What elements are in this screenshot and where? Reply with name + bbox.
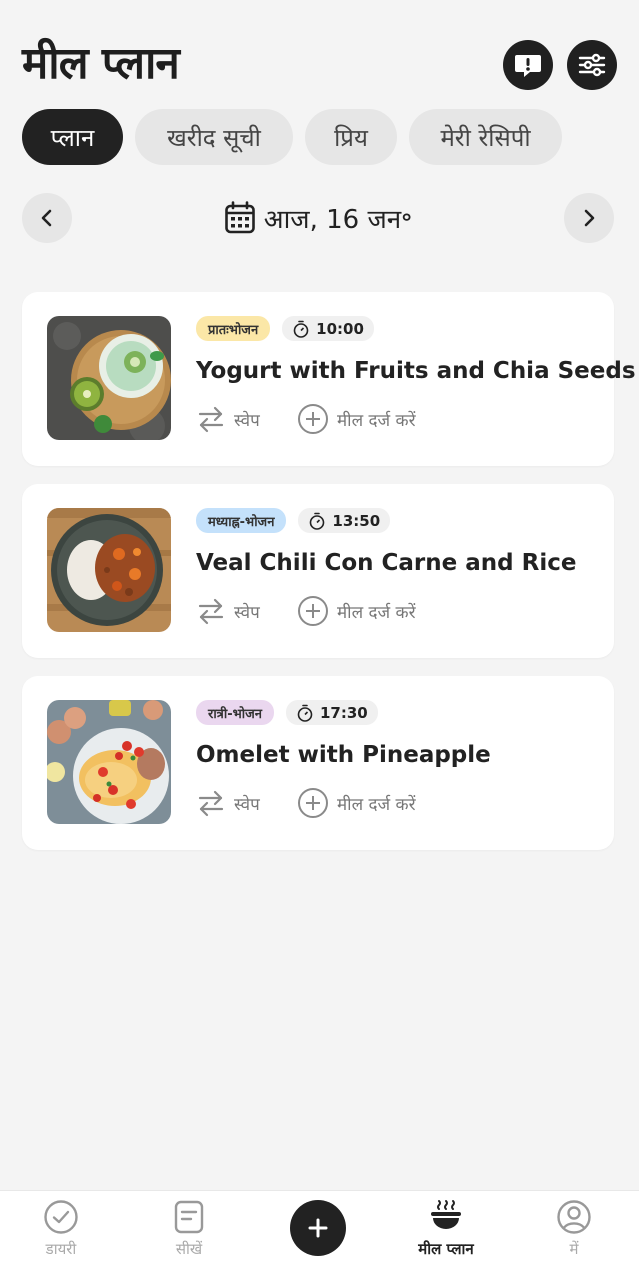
meal-time: 13:50 — [332, 511, 381, 530]
meal-image — [47, 508, 171, 632]
date-navigator: आज, 16 जन॰ — [22, 193, 614, 243]
log-meal-button[interactable]: मील दर्ज करें — [297, 403, 416, 435]
meal-time-badge: 17:30 — [286, 700, 378, 725]
swap-button[interactable]: स्वेप — [196, 788, 297, 818]
swap-arrows-icon — [198, 598, 224, 625]
tab-favorites[interactable]: प्रिय — [305, 109, 397, 165]
swap-label: स्वेप — [234, 410, 260, 431]
meal-info: रात्री-भोजन 17:30 Omelet with Pineapple … — [196, 700, 594, 820]
log-meal-button[interactable]: मील दर्ज करें — [297, 787, 416, 819]
swap-label: स्वेप — [234, 794, 260, 815]
meal-card-breakfast[interactable]: प्रातःभोजन 10:00 Yogurt with Fruits and … — [22, 292, 636, 466]
swap-button[interactable]: स्वेप — [196, 404, 297, 434]
sliders-icon — [578, 53, 606, 77]
tab-plan[interactable]: प्लान — [22, 109, 123, 165]
bottom-navigation: डायरी सीखें मील प्लान में — [0, 1190, 639, 1280]
plus-circle-icon — [298, 788, 328, 818]
swap-label: स्वेप — [234, 602, 260, 623]
nav-item-learn[interactable]: सीखें — [129, 1199, 249, 1259]
meal-card-lunch[interactable]: मध्याह्न-भोजन 13:50 Veal Chili Con Carne… — [22, 484, 614, 658]
meal-title: Omelet with Pineapple — [196, 742, 491, 768]
meal-card-dinner[interactable]: रात्री-भोजन 17:30 Omelet with Pineapple … — [22, 676, 614, 850]
chili-rice-image — [47, 508, 171, 632]
meal-type-badge: रात्री-भोजन — [196, 700, 274, 725]
plus-circle-icon — [298, 596, 328, 626]
meal-info: मध्याह्न-भोजन 13:50 Veal Chili Con Carne… — [196, 508, 594, 628]
meal-type-badge: प्रातःभोजन — [196, 316, 271, 341]
add-button[interactable] — [290, 1200, 346, 1256]
nav-item-meal-plan[interactable]: मील प्लान — [386, 1199, 506, 1259]
meal-info: प्रातःभोजन 10:00 Yogurt with Fruits and … — [196, 316, 636, 436]
filter-settings-button[interactable] — [567, 40, 617, 90]
meal-time-badge: 10:00 — [282, 316, 374, 341]
previous-day-button[interactable] — [22, 193, 72, 243]
log-meal-label: मील दर्ज करें — [337, 794, 416, 815]
plus-icon — [308, 1218, 328, 1238]
omelet-image — [47, 700, 171, 824]
swap-arrows-icon — [198, 406, 224, 433]
log-meal-button[interactable]: मील दर्ज करें — [297, 595, 416, 627]
meal-title: Veal Chili Con Carne and Rice — [196, 550, 577, 576]
meal-image — [47, 316, 171, 440]
food-bowl-icon — [431, 1200, 461, 1229]
date-label: आज, 16 जन॰ — [263, 205, 413, 235]
meal-type-badge: मध्याह्न-भोजन — [196, 508, 287, 533]
swap-arrows-icon — [198, 790, 224, 817]
log-meal-label: मील दर्ज करें — [337, 410, 416, 431]
date-display[interactable]: आज, 16 जन॰ — [22, 193, 614, 243]
nav-item-profile[interactable]: में — [514, 1199, 634, 1259]
check-circle-icon — [44, 1200, 78, 1234]
next-day-button[interactable] — [564, 193, 614, 243]
feedback-button[interactable] — [503, 40, 553, 90]
tab-my-recipes[interactable]: मेरी रेसिपी — [409, 109, 562, 165]
document-icon — [174, 1200, 204, 1234]
meal-title: Yogurt with Fruits and Chia Seeds — [196, 358, 636, 384]
chevron-left-icon — [41, 209, 52, 227]
chevron-right-icon — [584, 209, 595, 227]
stopwatch-icon — [293, 320, 309, 338]
log-meal-label: मील दर्ज करें — [337, 602, 416, 623]
meal-image — [47, 700, 171, 824]
nav-label: डायरी — [45, 1240, 77, 1258]
nav-label: में — [569, 1240, 579, 1258]
calendar-icon — [224, 201, 255, 234]
profile-icon — [557, 1200, 591, 1234]
nav-item-diary[interactable]: डायरी — [1, 1199, 121, 1259]
stopwatch-icon — [297, 704, 313, 722]
tab-bar: प्लान खरीद सूची प्रिय मेरी रेसिपी — [22, 109, 562, 165]
meal-time-badge: 13:50 — [298, 508, 391, 533]
nav-label: सीखें — [175, 1240, 203, 1258]
yogurt-bowl-image — [47, 316, 171, 440]
nav-label: मील प्लान — [418, 1240, 474, 1258]
stopwatch-icon — [310, 512, 325, 530]
swap-button[interactable]: स्वेप — [196, 596, 297, 626]
feedback-icon — [515, 55, 541, 77]
tab-shopping-list[interactable]: खरीद सूची — [135, 109, 293, 165]
meal-time: 10:00 — [316, 319, 364, 338]
plus-circle-icon — [298, 404, 328, 434]
header: मील प्लान — [22, 34, 617, 94]
meal-time: 17:30 — [320, 703, 368, 722]
